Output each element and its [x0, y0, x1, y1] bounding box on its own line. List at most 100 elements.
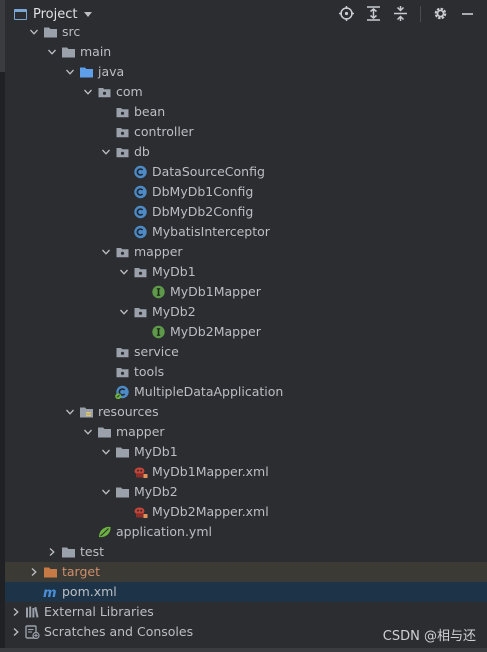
project-tool-window: Project src main java com bean controlle… [0, 0, 487, 652]
project-tree: src main java com bean controller db DataSource… [5, 22, 487, 642]
tree-node[interactable]: MyDb1Mapper [5, 282, 487, 302]
folder-icon [61, 545, 76, 559]
package-icon [115, 345, 130, 359]
tree-node-label: java [98, 64, 125, 79]
collapse-all-icon[interactable] [391, 4, 410, 23]
tree-node[interactable]: db [5, 142, 487, 162]
watermark: CSDN @相与还 [382, 629, 476, 644]
tree-node-label: MyDb1 [152, 264, 196, 279]
chevron-down-icon[interactable] [101, 487, 111, 497]
package-icon [97, 85, 112, 99]
tree-node[interactable]: resources [5, 402, 487, 422]
chevron-right-icon[interactable] [47, 547, 57, 557]
tree-node[interactable]: controller [5, 122, 487, 142]
folder-icon [115, 445, 130, 459]
target-locate-icon[interactable] [337, 4, 356, 23]
chevron-down-icon[interactable] [84, 11, 93, 17]
chevron-down-icon[interactable] [119, 307, 129, 317]
tree-node-label: DbMyDb1Config [152, 184, 254, 199]
tree-node[interactable]: MyDb2 [5, 302, 487, 322]
chevron-down-icon[interactable] [65, 407, 75, 417]
chevron-right-icon[interactable] [11, 607, 21, 617]
chevron-down-icon[interactable] [101, 247, 111, 257]
gear-icon[interactable] [431, 4, 450, 23]
tree-node-label: application.yml [116, 524, 212, 539]
project-window-icon [14, 8, 27, 20]
scratches-icon [25, 625, 40, 639]
chevron-down-icon[interactable] [29, 27, 39, 37]
expand-all-icon[interactable] [364, 4, 383, 23]
tree-node-label: MyDb2 [152, 304, 196, 319]
interface-icon [151, 285, 166, 299]
tree-node[interactable]: mapper [5, 242, 487, 262]
interface-icon [151, 325, 166, 339]
tree-node-label: MyDb1 [134, 444, 178, 459]
package-icon [133, 265, 148, 279]
package-icon [115, 125, 130, 139]
tree-node-label: pom.xml [62, 584, 117, 599]
tree-node[interactable]: MyDb2Mapper [5, 322, 487, 342]
tree-node-label: External Libraries [44, 604, 154, 619]
resources-folder-icon [79, 405, 94, 419]
tree-node[interactable]: MyDb1Mapper.xml [5, 462, 487, 482]
spring-boot-class-icon [115, 385, 130, 399]
tree-node[interactable]: application.yml [5, 522, 487, 542]
tree-node-label: test [80, 544, 105, 559]
tree-node-label: controller [134, 124, 194, 139]
tree-node[interactable]: com [5, 82, 487, 102]
tree-node[interactable]: target [5, 562, 487, 582]
bottom-edge-strip [0, 648, 487, 652]
tree-node-label: Scratches and Consoles [44, 624, 194, 639]
class-icon [133, 205, 148, 219]
tree-node[interactable]: MybatisInterceptor [5, 222, 487, 242]
chevron-down-icon[interactable] [65, 67, 75, 77]
chevron-right-icon[interactable] [29, 567, 39, 577]
tree-node-label: DataSourceConfig [152, 164, 265, 179]
tree-node[interactable]: test [5, 542, 487, 562]
tree-node-label: target [62, 564, 101, 579]
tree-node[interactable]: service [5, 342, 487, 362]
tree-node[interactable]: main [5, 42, 487, 62]
chevron-down-icon[interactable] [47, 47, 57, 57]
tree-node[interactable]: MultipleDataApplication [5, 382, 487, 402]
tree-node[interactable]: DataSourceConfig [5, 162, 487, 182]
tree-node[interactable]: tools [5, 362, 487, 382]
excluded-folder-icon [43, 565, 58, 579]
package-icon [133, 305, 148, 319]
class-icon [133, 165, 148, 179]
tree-node[interactable]: bean [5, 102, 487, 122]
tree-node[interactable]: m pom.xml [5, 582, 487, 602]
tree-node-label: MultipleDataApplication [134, 384, 284, 399]
tree-node[interactable]: MyDb1 [5, 262, 487, 282]
tree-node[interactable]: src [5, 22, 487, 42]
chevron-down-icon[interactable] [83, 427, 93, 437]
tree-node[interactable]: java [5, 62, 487, 82]
tree-node[interactable]: MyDb1 [5, 442, 487, 462]
package-icon [115, 105, 130, 119]
project-title[interactable]: Project [33, 7, 77, 22]
tree-node[interactable]: External Libraries [5, 602, 487, 622]
tree-node-label: MybatisInterceptor [152, 224, 270, 239]
class-icon [133, 225, 148, 239]
folder-icon [61, 45, 76, 59]
tree-node[interactable]: DbMyDb1Config [5, 182, 487, 202]
source-folder-icon [79, 65, 94, 79]
tree-node-label: main [80, 44, 112, 59]
chevron-down-icon[interactable] [83, 87, 93, 97]
chevron-down-icon[interactable] [101, 147, 111, 157]
tree-node[interactable]: MyDb2Mapper.xml [5, 502, 487, 522]
tree-node[interactable]: DbMyDb2Config [5, 202, 487, 222]
tree-node-label: mapper [134, 244, 183, 259]
chevron-down-icon[interactable] [101, 447, 111, 457]
tree-node-label: bean [134, 104, 166, 119]
tree-node-label: com [116, 84, 143, 99]
tree-node-label: service [134, 344, 179, 359]
tree-node-label: MyDb2Mapper.xml [152, 504, 269, 519]
tree-node-label: MyDb1Mapper [170, 284, 261, 299]
minimize-icon[interactable] [458, 4, 477, 23]
chevron-down-icon[interactable] [119, 267, 129, 277]
chevron-right-icon[interactable] [11, 627, 21, 637]
tree-node[interactable]: MyDb2 [5, 482, 487, 502]
tree-node-label: MyDb1Mapper.xml [152, 464, 269, 479]
tree-node[interactable]: mapper [5, 422, 487, 442]
